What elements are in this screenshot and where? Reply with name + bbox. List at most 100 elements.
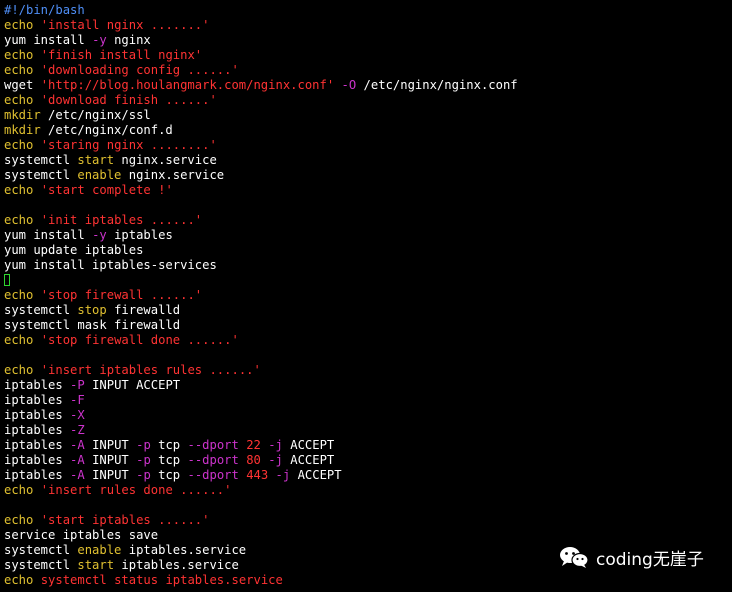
token-keyword: echo (4, 63, 34, 77)
token-plain: iptables.service (121, 543, 247, 557)
code-line: iptables -A INPUT -p tcp --dport 80 -j A… (4, 453, 732, 468)
token-keyword: echo (4, 363, 34, 377)
token-keyword: enable (77, 168, 122, 182)
token-keyword: echo (4, 573, 34, 587)
code-line: echo 'install nginx .......' (4, 18, 732, 33)
token-string: 'insert iptables rules ......' (40, 363, 261, 377)
token-option: -p (136, 468, 151, 482)
token-option: --dport (187, 438, 239, 452)
token-plain: yum install (4, 228, 93, 242)
token-string: 'staring nginx ........' (40, 138, 217, 152)
code-line: systemctl mask firewalld (4, 318, 732, 333)
token-keyword: echo (4, 93, 34, 107)
code-line: echo 'downloading config ......' (4, 63, 732, 78)
token-keyword: stop (77, 303, 107, 317)
token-plain: yum install iptables-services (4, 258, 217, 272)
token-plain: tcp (150, 468, 188, 482)
token-option: -j (268, 453, 283, 467)
token-plain: iptables (4, 408, 71, 422)
token-keyword: echo (4, 513, 34, 527)
token-plain: /etc/nginx/nginx.conf (356, 78, 518, 92)
token-string: 'init iptables ......' (40, 213, 203, 227)
token-option: -A (70, 468, 85, 482)
code-line: mkdir /etc/nginx/conf.d (4, 123, 732, 138)
code-line: echo 'finish install nginx' (4, 48, 732, 63)
code-line: echo 'start iptables ......' (4, 513, 732, 528)
token-plain: nginx.service (121, 168, 225, 182)
token-plain: iptables (4, 378, 71, 392)
token-option: -A (70, 453, 85, 467)
token-plain: yum update iptables (4, 243, 144, 257)
code-line: systemctl stop firewalld (4, 303, 732, 318)
token-keyword: echo (4, 483, 34, 497)
code-line: iptables -X (4, 408, 732, 423)
code-line: systemctl enable nginx.service (4, 168, 732, 183)
token-keyword: enable (77, 543, 122, 557)
token-option: -y (92, 33, 107, 47)
token-string: 'downloading config ......' (40, 63, 239, 77)
token-string: 'stop firewall done ......' (40, 333, 239, 347)
token-keyword: echo (4, 48, 34, 62)
token-string: 80 (238, 453, 269, 467)
token-keyword: mkdir (4, 108, 41, 122)
terminal-window[interactable]: #!/bin/bash echo 'install nginx .......' y… (0, 0, 732, 592)
code-line: echo 'insert rules done ......' (4, 483, 732, 498)
token-plain: systemctl (4, 558, 78, 572)
code-line: echo 'stop firewall ......' (4, 288, 732, 303)
code-line: #!/bin/bash (4, 3, 732, 18)
token-string: 'http://blog.houlangmark.com/nginx.conf' (40, 78, 335, 92)
token-plain: tcp (150, 438, 188, 452)
token-option: -p (136, 453, 151, 467)
token-plain: systemctl (4, 153, 78, 167)
token-option: --dport (187, 453, 239, 467)
token-keyword: echo (4, 183, 34, 197)
token-plain: /etc/nginx/conf.d (40, 123, 173, 137)
token-option: -j (275, 468, 291, 482)
token-plain: systemctl (4, 303, 78, 317)
token-plain: wget (4, 78, 41, 92)
code-line: iptables -Z (4, 423, 732, 438)
code-line: echo 'download finish ......' (4, 93, 732, 108)
token-shebang: #!/bin/bash (4, 3, 85, 17)
wechat-icon (558, 545, 590, 569)
token-plain: iptables (4, 453, 71, 467)
code-line: echo 'staring nginx ........' (4, 138, 732, 153)
code-line: iptables -F (4, 393, 732, 408)
token-string: 'start iptables ......' (40, 513, 210, 527)
token-plain: INPUT (84, 438, 137, 452)
watermark: coding无崖子 (558, 544, 728, 570)
token-string: 443 (238, 468, 276, 482)
token-plain: nginx.service (114, 153, 217, 167)
token-option: -A (70, 438, 85, 452)
token-plain: iptables (4, 468, 71, 482)
token-plain: service iptables save (4, 528, 159, 542)
token-string: 'stop firewall ......' (40, 288, 203, 302)
token-option: -j (268, 438, 283, 452)
token-keyword: echo (4, 138, 34, 152)
token-plain: INPUT ACCEPT (84, 378, 181, 392)
code-line: iptables -P INPUT ACCEPT (4, 378, 732, 393)
token-plain: systemctl (4, 543, 78, 557)
token-option: -y (92, 228, 107, 242)
token-option: -O (341, 78, 357, 92)
token-plain: iptables.service (114, 558, 239, 572)
token-option: -F (70, 393, 85, 407)
token-plain: ACCEPT (282, 438, 335, 452)
token-string: systemctl status iptables.service (40, 573, 283, 587)
token-plain: firewalld (106, 303, 181, 317)
token-keyword: start (77, 153, 115, 167)
token-plain: /etc/nginx/ssl (40, 108, 151, 122)
token-plain: INPUT (84, 468, 137, 482)
code-line: echo 'init iptables ......' (4, 213, 732, 228)
token-option: -X (70, 408, 85, 422)
